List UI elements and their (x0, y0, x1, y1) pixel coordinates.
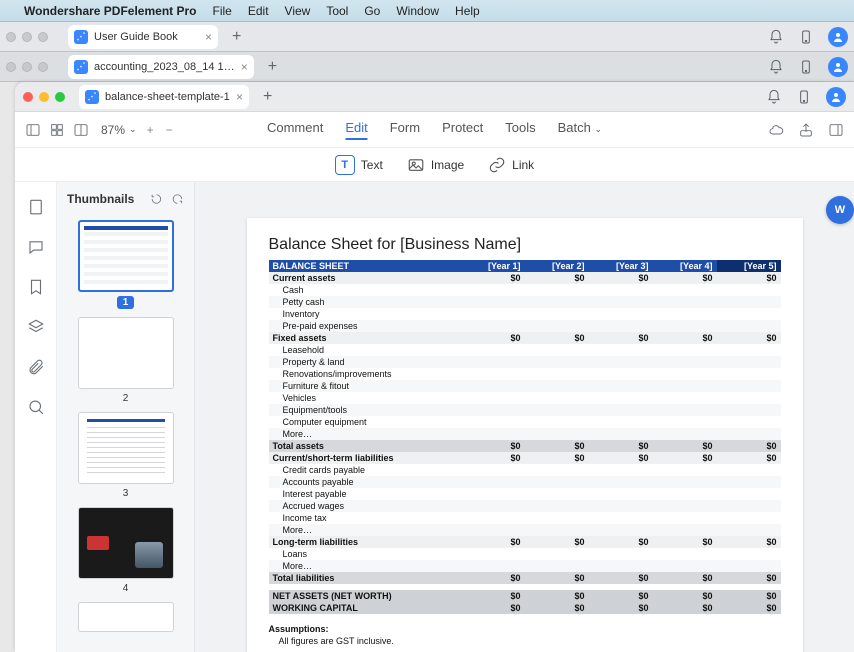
share-icon[interactable] (798, 122, 814, 138)
window-zoom-button[interactable] (55, 92, 65, 102)
edit-image-button[interactable]: Image (407, 156, 464, 174)
close-icon[interactable]: × (205, 30, 212, 44)
bell-icon[interactable] (768, 29, 784, 45)
menu-file[interactable]: File (213, 4, 232, 18)
avatar[interactable] (828, 27, 848, 47)
thumbnail-page-4[interactable]: 4 (67, 507, 184, 594)
close-icon[interactable]: × (236, 90, 243, 104)
tab-tools[interactable]: Tools (505, 120, 535, 140)
export-word-button[interactable]: W (826, 196, 854, 224)
app-logo-icon: ⋰ (74, 60, 88, 74)
main-toolbar: 87% ⌄ + − Comment Edit Form Protect Tool… (15, 112, 854, 148)
zoom-in-button[interactable]: + (147, 123, 154, 137)
app-logo-icon: ⋰ (74, 30, 88, 44)
phone-icon[interactable] (796, 89, 812, 105)
phone-icon[interactable] (798, 59, 814, 75)
bg2-tab[interactable]: ⋰ accounting_2023_08_14 1… × (68, 55, 254, 79)
main-window: ⋰ balance-sheet-template-1 × + 87% ⌄ + −… (15, 82, 854, 652)
phone-icon[interactable] (798, 29, 814, 45)
window-minimize-button[interactable] (39, 92, 49, 102)
search-icon[interactable] (27, 398, 45, 416)
menu-view[interactable]: View (285, 4, 311, 18)
thumbnail-page-5[interactable] (67, 602, 184, 632)
close-icon[interactable]: × (241, 60, 248, 74)
bg-window-1-titlebar: ⋰ User Guide Book × + (0, 22, 854, 52)
bookmarks-icon[interactable] (27, 278, 45, 296)
assumptions-title: Assumptions: (269, 624, 781, 634)
bg1-tab-title: User Guide Book (94, 31, 178, 43)
main-titlebar: ⋰ balance-sheet-template-1 × + (15, 82, 854, 112)
bg-window-2-titlebar: ⋰ accounting_2023_08_14 1… × + (0, 52, 854, 82)
sidebar-toggle-icon[interactable] (25, 122, 41, 138)
bg2-tab-title: accounting_2023_08_14 1… (94, 61, 235, 73)
tab-edit[interactable]: Edit (345, 120, 367, 140)
bell-icon[interactable] (766, 89, 782, 105)
thumbnails-icon[interactable] (27, 198, 45, 216)
zoom-out-button[interactable]: − (166, 123, 173, 137)
edit-text-button[interactable]: T Text (335, 155, 383, 175)
new-tab-button[interactable]: + (224, 28, 249, 46)
comments-icon[interactable] (27, 238, 45, 256)
app-logo-icon: ⋰ (85, 90, 99, 104)
panel-right-icon[interactable] (828, 122, 844, 138)
zoom-dropdown-icon[interactable]: ⌄ (129, 124, 137, 135)
tab-protect[interactable]: Protect (442, 120, 483, 140)
new-tab-button[interactable]: + (260, 58, 285, 76)
menu-go[interactable]: Go (364, 4, 380, 18)
thumbnail-page-2[interactable]: 2 (67, 317, 184, 404)
window-close-button[interactable] (23, 92, 33, 102)
image-icon (407, 156, 425, 174)
menu-tool[interactable]: Tool (326, 4, 348, 18)
split-view-icon[interactable] (73, 122, 89, 138)
tab-comment[interactable]: Comment (267, 120, 323, 140)
word-icon: W (835, 204, 845, 216)
rotate-left-icon[interactable] (150, 192, 163, 206)
grid-view-icon[interactable] (49, 122, 65, 138)
balance-sheet-table: BALANCE SHEET [Year 1] [Year 2] [Year 3]… (269, 260, 781, 614)
bg1-tab[interactable]: ⋰ User Guide Book × (68, 25, 218, 49)
zoom-level[interactable]: 87% (101, 123, 125, 137)
avatar[interactable] (826, 87, 846, 107)
document-page: Balance Sheet for [Business Name] BALANC… (247, 218, 803, 652)
tab-batch[interactable]: Batch ⌄ (558, 120, 602, 140)
document-canvas[interactable]: Balance Sheet for [Business Name] BALANC… (195, 182, 854, 652)
main-tab[interactable]: ⋰ balance-sheet-template-1 × (79, 85, 249, 109)
mode-tabs: Comment Edit Form Protect Tools Batch ⌄ (267, 120, 602, 140)
edit-subtoolbar: T Text Image Link (15, 148, 854, 182)
app-name[interactable]: Wondershare PDFelement Pro (24, 4, 197, 18)
layers-icon[interactable] (27, 318, 45, 336)
menu-edit[interactable]: Edit (248, 4, 269, 18)
cloud-icon[interactable] (768, 122, 784, 138)
edit-link-button[interactable]: Link (488, 156, 534, 174)
avatar[interactable] (828, 57, 848, 77)
tab-form[interactable]: Form (390, 120, 420, 140)
left-rail (15, 182, 57, 652)
new-tab-button[interactable]: + (255, 88, 280, 106)
thumbnail-page-1[interactable]: 1 (67, 220, 184, 309)
attachment-icon[interactable] (27, 358, 45, 376)
thumbnail-panel: Thumbnails 1 2 3 (57, 182, 195, 652)
doc-title: Balance Sheet for [Business Name] (269, 236, 781, 254)
menu-bar: Wondershare PDFelement Pro File Edit Vie… (0, 0, 854, 22)
text-icon: T (335, 155, 355, 175)
main-tab-title: balance-sheet-template-1 (105, 91, 230, 103)
menu-help[interactable]: Help (455, 4, 480, 18)
thumbnail-page-3[interactable]: 3 (67, 412, 184, 499)
thumbnails-header: Thumbnails (67, 192, 134, 206)
menu-window[interactable]: Window (396, 4, 439, 18)
link-icon (488, 156, 506, 174)
bell-icon[interactable] (768, 59, 784, 75)
assumptions-line: All figures are GST inclusive. (269, 636, 781, 646)
rotate-right-icon[interactable] (171, 192, 184, 206)
